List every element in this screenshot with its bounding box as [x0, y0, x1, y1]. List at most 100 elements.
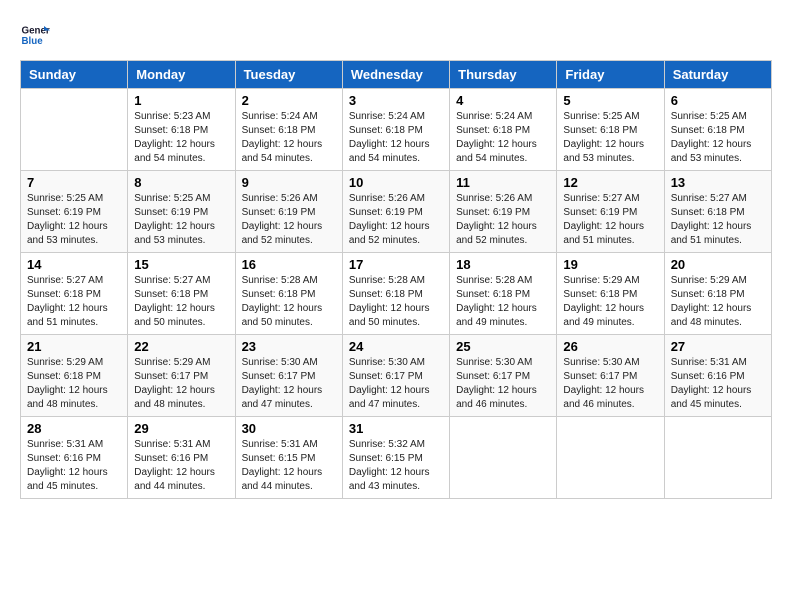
day-info: Sunrise: 5:32 AMSunset: 6:15 PMDaylight:… — [349, 438, 443, 494]
day-number: 1 — [134, 93, 228, 108]
week-row-5: 28Sunrise: 5:31 AMSunset: 6:16 PMDayligh… — [21, 417, 772, 499]
day-info: Sunrise: 5:27 AMSunset: 6:18 PMDaylight:… — [27, 274, 121, 330]
header-day-monday: Monday — [128, 61, 235, 89]
day-cell: 11 Sunrise: 5:26 AMSunset: 6:19 PMDayligh… — [450, 171, 557, 253]
day-number: 8 — [134, 175, 228, 190]
day-number: 20 — [671, 257, 765, 272]
week-row-3: 14 Sunrise: 5:27 AMSunset: 6:18 PMDayligh… — [21, 253, 772, 335]
day-info: Sunrise: 5:26 AMSunset: 6:19 PMDaylight:… — [456, 192, 550, 248]
day-number: 15 — [134, 257, 228, 272]
day-number: 6 — [671, 93, 765, 108]
day-info: Sunrise: 5:30 AMSunset: 6:17 PMDaylight:… — [242, 356, 336, 412]
day-cell — [21, 89, 128, 171]
day-cell: 16 Sunrise: 5:28 AMSunset: 6:18 PMDayligh… — [235, 253, 342, 335]
svg-text:General: General — [22, 26, 51, 37]
day-cell: 8 Sunrise: 5:25 AMSunset: 6:19 PMDaylight… — [128, 171, 235, 253]
week-row-2: 7Sunrise: 5:25 AMSunset: 6:19 PMDaylight… — [21, 171, 772, 253]
header-day-friday: Friday — [557, 61, 664, 89]
day-cell: 3 Sunrise: 5:24 AMSunset: 6:18 PMDaylight… — [342, 89, 449, 171]
day-info: Sunrise: 5:27 AMSunset: 6:18 PMDaylight:… — [671, 192, 765, 248]
day-info: Sunrise: 5:29 AMSunset: 6:18 PMDaylight:… — [27, 356, 121, 412]
day-number: 24 — [349, 339, 443, 354]
day-info: Sunrise: 5:31 AMSunset: 6:16 PMDaylight:… — [134, 438, 228, 494]
day-info: Sunrise: 5:26 AMSunset: 6:19 PMDaylight:… — [349, 192, 443, 248]
day-number: 25 — [456, 339, 550, 354]
day-info: Sunrise: 5:24 AMSunset: 6:18 PMDaylight:… — [456, 110, 550, 166]
header-day-thursday: Thursday — [450, 61, 557, 89]
day-number: 21 — [27, 339, 121, 354]
day-number: 29 — [134, 421, 228, 436]
week-row-4: 21 Sunrise: 5:29 AMSunset: 6:18 PMDayligh… — [21, 335, 772, 417]
day-info: Sunrise: 5:30 AMSunset: 6:17 PMDaylight:… — [349, 356, 443, 412]
calendar-table: SundayMondayTuesdayWednesdayThursdayFrid… — [20, 60, 772, 499]
day-cell: 13 Sunrise: 5:27 AMSunset: 6:18 PMDayligh… — [664, 171, 771, 253]
day-number: 31 — [349, 421, 443, 436]
logo: General Blue — [20, 20, 50, 50]
day-number: 2 — [242, 93, 336, 108]
day-cell: 15 Sunrise: 5:27 AMSunset: 6:18 PMDayligh… — [128, 253, 235, 335]
day-cell: 12 Sunrise: 5:27 AMSunset: 6:19 PMDayligh… — [557, 171, 664, 253]
day-cell: 24 Sunrise: 5:30 AMSunset: 6:17 PMDayligh… — [342, 335, 449, 417]
day-cell: 22Sunrise: 5:29 AMSunset: 6:17 PMDayligh… — [128, 335, 235, 417]
week-row-1: 1Sunrise: 5:23 AMSunset: 6:18 PMDaylight… — [21, 89, 772, 171]
day-number: 4 — [456, 93, 550, 108]
calendar-header: SundayMondayTuesdayWednesdayThursdayFrid… — [21, 61, 772, 89]
day-info: Sunrise: 5:27 AMSunset: 6:19 PMDaylight:… — [563, 192, 657, 248]
day-info: Sunrise: 5:24 AMSunset: 6:18 PMDaylight:… — [349, 110, 443, 166]
header-day-wednesday: Wednesday — [342, 61, 449, 89]
day-number: 30 — [242, 421, 336, 436]
day-cell: 10 Sunrise: 5:26 AMSunset: 6:19 PMDayligh… — [342, 171, 449, 253]
day-cell: 21 Sunrise: 5:29 AMSunset: 6:18 PMDayligh… — [21, 335, 128, 417]
day-number: 22 — [134, 339, 228, 354]
day-cell: 25Sunrise: 5:30 AMSunset: 6:17 PMDayligh… — [450, 335, 557, 417]
day-info: Sunrise: 5:30 AMSunset: 6:17 PMDaylight:… — [563, 356, 657, 412]
day-number: 16 — [242, 257, 336, 272]
day-cell: 30 Sunrise: 5:31 AMSunset: 6:15 PMDayligh… — [235, 417, 342, 499]
day-info: Sunrise: 5:29 AMSunset: 6:18 PMDaylight:… — [563, 274, 657, 330]
day-number: 23 — [242, 339, 336, 354]
header-day-tuesday: Tuesday — [235, 61, 342, 89]
day-number: 26 — [563, 339, 657, 354]
day-info: Sunrise: 5:31 AMSunset: 6:16 PMDaylight:… — [27, 438, 121, 494]
calendar-body: 1Sunrise: 5:23 AMSunset: 6:18 PMDaylight… — [21, 89, 772, 499]
day-number: 27 — [671, 339, 765, 354]
day-info: Sunrise: 5:31 AMSunset: 6:16 PMDaylight:… — [671, 356, 765, 412]
day-number: 3 — [349, 93, 443, 108]
day-number: 19 — [563, 257, 657, 272]
day-info: Sunrise: 5:25 AMSunset: 6:18 PMDaylight:… — [671, 110, 765, 166]
day-number: 13 — [671, 175, 765, 190]
day-cell: 4 Sunrise: 5:24 AMSunset: 6:18 PMDaylight… — [450, 89, 557, 171]
day-cell: 2Sunrise: 5:24 AMSunset: 6:18 PMDaylight… — [235, 89, 342, 171]
day-info: Sunrise: 5:28 AMSunset: 6:18 PMDaylight:… — [456, 274, 550, 330]
day-number: 18 — [456, 257, 550, 272]
day-number: 14 — [27, 257, 121, 272]
day-cell — [664, 417, 771, 499]
header-row: SundayMondayTuesdayWednesdayThursdayFrid… — [21, 61, 772, 89]
day-cell: 23 Sunrise: 5:30 AMSunset: 6:17 PMDayligh… — [235, 335, 342, 417]
day-cell: 9 Sunrise: 5:26 AMSunset: 6:19 PMDaylight… — [235, 171, 342, 253]
header-day-sunday: Sunday — [21, 61, 128, 89]
day-info: Sunrise: 5:27 AMSunset: 6:18 PMDaylight:… — [134, 274, 228, 330]
day-cell: 6 Sunrise: 5:25 AMSunset: 6:18 PMDaylight… — [664, 89, 771, 171]
day-number: 5 — [563, 93, 657, 108]
day-cell: 17Sunrise: 5:28 AMSunset: 6:18 PMDayligh… — [342, 253, 449, 335]
day-cell: 31 Sunrise: 5:32 AMSunset: 6:15 PMDayligh… — [342, 417, 449, 499]
day-cell: 26 Sunrise: 5:30 AMSunset: 6:17 PMDayligh… — [557, 335, 664, 417]
day-info: Sunrise: 5:29 AMSunset: 6:18 PMDaylight:… — [671, 274, 765, 330]
day-info: Sunrise: 5:28 AMSunset: 6:18 PMDaylight:… — [349, 274, 443, 330]
day-cell: 20 Sunrise: 5:29 AMSunset: 6:18 PMDayligh… — [664, 253, 771, 335]
day-info: Sunrise: 5:28 AMSunset: 6:18 PMDaylight:… — [242, 274, 336, 330]
day-info: Sunrise: 5:25 AMSunset: 6:19 PMDaylight:… — [27, 192, 121, 248]
day-cell: 29 Sunrise: 5:31 AMSunset: 6:16 PMDayligh… — [128, 417, 235, 499]
day-info: Sunrise: 5:25 AMSunset: 6:19 PMDaylight:… — [134, 192, 228, 248]
day-info: Sunrise: 5:31 AMSunset: 6:15 PMDaylight:… — [242, 438, 336, 494]
page-header: General Blue — [20, 20, 772, 50]
day-info: Sunrise: 5:26 AMSunset: 6:19 PMDaylight:… — [242, 192, 336, 248]
day-number: 11 — [456, 175, 550, 190]
day-number: 12 — [563, 175, 657, 190]
day-cell: 5Sunrise: 5:25 AMSunset: 6:18 PMDaylight… — [557, 89, 664, 171]
day-number: 10 — [349, 175, 443, 190]
day-number: 9 — [242, 175, 336, 190]
day-cell: 1Sunrise: 5:23 AMSunset: 6:18 PMDaylight… — [128, 89, 235, 171]
day-cell: 7Sunrise: 5:25 AMSunset: 6:19 PMDaylight… — [21, 171, 128, 253]
